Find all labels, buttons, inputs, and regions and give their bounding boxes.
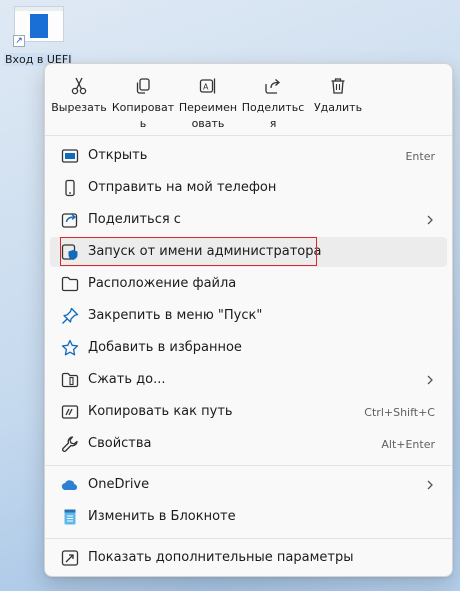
wrench-icon [62,436,78,452]
archive-icon [61,372,79,388]
menu-item-compress-to[interactable]: Сжать до... [50,365,447,395]
delete-button[interactable]: Удалить [306,70,370,130]
menu-item-label: Расположение файла [88,276,237,291]
cut-button[interactable]: Вырезать [47,70,111,130]
menu-item-copy-as-path[interactable]: Копировать как путь Ctrl+Shift+C [50,397,447,427]
scissors-icon [71,77,87,95]
menu-item-show-more-options[interactable]: Показать дополнительные параметры [50,543,447,573]
menu-item-label: Отправить на мой телефон [88,180,277,195]
context-menu: Вырезать Копировать A Переименовать Поде… [44,63,453,577]
menu-item-label: Изменить в Блокноте [88,509,236,524]
context-menu-toolbar: Вырезать Копировать A Переименовать Поде… [45,64,452,135]
copy-path-icon [61,405,79,419]
chevron-right-icon [427,375,433,385]
copy-label: Копировать [111,101,175,130]
menu-item-label: Показать дополнительные параметры [88,550,354,565]
cloud-icon [61,480,78,491]
svg-text:A: A [203,83,209,92]
highlight-frame [60,237,317,266]
more-options-icon [61,550,79,566]
menu-item-label: Сжать до... [88,372,166,387]
menu-item-label: Свойства [88,436,152,451]
share-icon [265,79,280,94]
divider [45,465,452,466]
folder-icon [61,276,79,292]
menu-item-pin-to-start[interactable]: Закрепить в меню "Пуск" [50,301,447,331]
pin-icon [62,307,79,324]
divider [45,538,452,539]
menu-item-label: Поделиться с [88,212,181,227]
menu-item-label: Добавить в избранное [88,340,242,355]
shortcut-text: Ctrl+Shift+C [364,406,435,419]
notepad-icon [64,509,76,525]
star-icon [61,339,79,356]
menu-item-label: Открыть [88,148,148,163]
menu-item-add-to-favorites[interactable]: Добавить в избранное [50,333,447,363]
chevron-right-icon [427,480,433,490]
desktop-shortcut-uefi[interactable]: ↗ Вход в UEFI [4,4,73,66]
menu-item-run-as-admin[interactable]: Запуск от имени администратора [50,237,447,267]
menu-item-label: Копировать как путь [88,404,233,419]
shortcut-text: Alt+Enter [381,438,435,451]
menu-item-open[interactable]: Открыть Enter [50,141,447,171]
menu-item-edit-in-notepad[interactable]: Изменить в Блокноте [50,502,447,532]
trash-icon [331,78,345,94]
copy-button[interactable]: Копировать [111,70,175,130]
menu-item-file-location[interactable]: Расположение файла [50,269,447,299]
share-label: Поделиться [241,101,305,130]
delete-label: Удалить [313,101,363,114]
rename-icon: A [199,78,216,94]
chevron-right-icon [427,215,433,225]
phone-icon [65,179,75,197]
shortcut-text: Enter [405,150,435,163]
divider [45,135,452,136]
menu-item-properties[interactable]: Свойства Alt+Enter [50,429,447,459]
menu-item-send-to-phone[interactable]: Отправить на мой телефон [50,173,447,203]
cut-label: Вырезать [51,101,107,114]
menu-item-onedrive[interactable]: OneDrive [50,470,447,500]
rename-label: Переименовать [178,101,238,130]
menu-item-label: OneDrive [88,477,150,492]
share-button[interactable]: Поделиться [241,70,305,130]
menu-item-share-with[interactable]: Поделиться с [50,205,447,235]
rename-button[interactable]: A Переименовать [176,70,240,130]
menu-item-label: Закрепить в меню "Пуск" [88,308,263,323]
shortcut-arrow-icon: ↗ [13,35,25,47]
copy-icon [136,78,150,94]
open-icon [61,149,79,163]
share-with-icon [61,213,78,228]
